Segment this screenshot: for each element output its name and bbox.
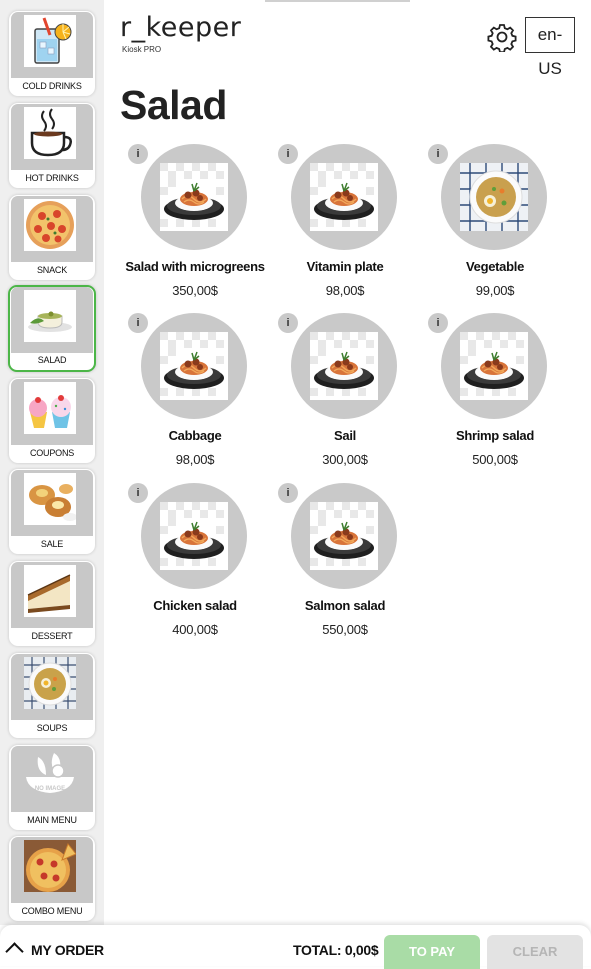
cold-drink-icon [24,15,76,67]
category-label: SNACK [36,265,67,275]
soup-icon [24,657,76,709]
product-name: Chicken salad [153,598,237,613]
info-icon[interactable]: i [428,313,448,333]
product-name: Salmon salad [304,598,386,613]
chevron-up-icon [5,942,24,961]
product-card[interactable]: i Shrimp salad 500,00$ [420,313,570,473]
product-name: Sail [334,428,356,443]
product-name: Shrimp salad [455,428,535,443]
product-card[interactable]: i Chicken salad 400,00$ [120,483,270,643]
product-image [460,163,528,231]
pastry-icon [24,473,76,525]
category-coupons[interactable]: COUPONS [9,378,95,463]
product-image [460,332,528,400]
category-label: SALE [40,539,64,549]
salad-bowl-icon [24,290,76,342]
to-pay-button[interactable]: TO PAY [384,935,480,969]
category-main-menu[interactable]: NO IMAGE MAIN MENU [9,745,95,830]
svg-text:NO IMAGE: NO IMAGE [35,786,65,792]
order-total: TOTAL: 0,00$ [293,942,379,958]
category-sidebar: COLD DRINKS HOT DRINKS SNACK SALAD COUPO… [0,0,104,925]
no-image-icon: NO IMAGE [24,749,76,801]
cupcake-icon [24,382,76,434]
product-image [310,163,378,231]
product-price: 300,00$ [322,452,368,467]
product-card[interactable]: i Vitamin plate 98,00$ [270,144,420,304]
info-icon[interactable]: i [128,483,148,503]
product-image [310,332,378,400]
category-cold-drinks[interactable]: COLD DRINKS [9,11,95,96]
pizza-icon [24,199,76,251]
info-icon[interactable]: i [428,144,448,164]
info-icon[interactable]: i [128,313,148,333]
info-icon[interactable]: i [128,144,148,164]
product-card[interactable]: i Salad with microgreens 350,00$ [120,144,270,304]
category-combo-menu[interactable]: COMBO MENU [9,836,95,921]
pizza-icon [24,840,76,892]
clear-button[interactable]: CLEAR [487,935,583,969]
product-name: Cabbage [168,428,222,443]
product-name: Salad with microgreens [125,259,265,274]
category-label: SOUPS [36,723,68,733]
category-salad[interactable]: SALAD [8,285,96,372]
category-snack[interactable]: SNACK [9,195,95,280]
product-price: 98,00$ [175,452,215,467]
product-card[interactable]: i Salmon salad 550,00$ [270,483,420,643]
category-label: MAIN MENU [27,815,77,825]
product-card[interactable]: i Cabbage 98,00$ [120,313,270,473]
product-image [160,502,228,570]
product-price: 550,00$ [322,622,368,637]
category-dessert[interactable]: DESSERT [9,561,95,646]
info-icon[interactable]: i [278,144,298,164]
category-soups[interactable]: SOUPS [9,653,95,738]
category-label: HOT DRINKS [25,173,79,183]
category-label: SALAD [37,355,67,365]
product-card[interactable]: i Vegetable 99,00$ [420,144,570,304]
product-image [160,332,228,400]
category-hot-drinks[interactable]: HOT DRINKS [9,103,95,188]
category-label: COLD DRINKS [22,81,82,91]
info-icon[interactable]: i [278,313,298,333]
language-selector[interactable]: en-US [525,17,575,78]
my-order-button[interactable]: MY ORDER [5,942,104,961]
category-label: DESSERT [31,631,73,641]
category-label: COUPONS [29,448,75,458]
cake-slice-icon [24,565,76,617]
product-price: 98,00$ [325,283,365,298]
category-label: COMBO MENU [21,906,83,916]
product-price: 350,00$ [172,283,218,298]
product-price: 99,00$ [475,283,515,298]
order-bar: MY ORDER TOTAL: 0,00$ TO PAY CLEAR [0,925,591,969]
product-image [160,163,228,231]
app-logo: r_keeper [120,12,242,43]
product-image [310,502,378,570]
product-price: 400,00$ [172,622,218,637]
info-icon[interactable]: i [278,483,298,503]
coffee-cup-icon [24,107,76,159]
product-name: Vegetable [466,259,524,274]
product-card[interactable]: i Sail 300,00$ [270,313,420,473]
product-name: Vitamin plate [306,259,384,274]
product-price: 500,00$ [472,452,518,467]
app-logo-subtitle: Kiosk PRO [122,45,162,54]
gear-icon[interactable] [487,22,517,54]
top-drag-handle [265,0,410,2]
my-order-label: MY ORDER [31,942,104,958]
page-title: Salad [120,82,227,128]
category-sale[interactable]: SALE [9,469,95,554]
